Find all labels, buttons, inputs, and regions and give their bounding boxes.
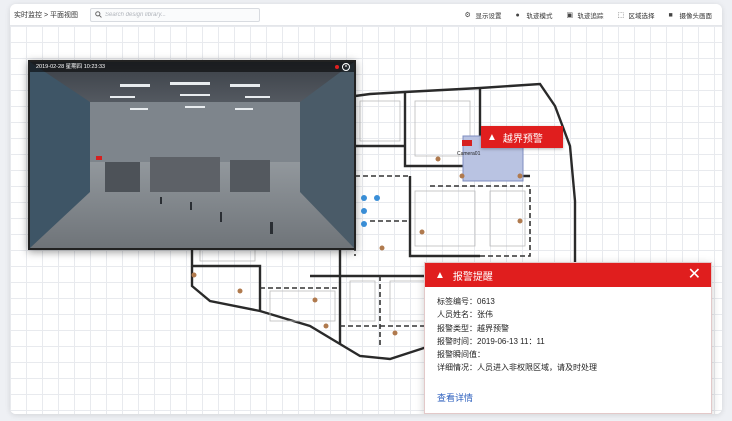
toolbar-actions: ⚙ 显示设置 ● 轨迹模式 ▣ 轨迹追踪 ⬚ 区域选择 ■ 摄像头画面 (451, 4, 713, 26)
top-toolbar: 实时监控 > 平面视图 ⚙ 显示设置 ● 轨迹模式 ▣ 轨迹追踪 ⬚ 区域选择 (10, 4, 722, 26)
camera-view-label: 摄像头画面 (679, 13, 713, 20)
warning-tag-label: 越界预警 (502, 133, 543, 145)
search-box[interactable] (90, 7, 260, 22)
detail-row: 报警类型：越界预警 (437, 323, 509, 333)
track-mode-button[interactable]: ● 轨迹模式 (515, 10, 553, 21)
close-icon[interactable]: × (342, 63, 350, 71)
display-settings-label: 显示设置 (475, 13, 502, 20)
trend-chart-icon: ▣ (566, 11, 574, 19)
search-input[interactable] (105, 11, 255, 18)
detail-row: 标签编号：0613 (437, 297, 495, 306)
area-select-icon: ⬚ (617, 11, 625, 19)
breadcrumb[interactable]: 实时监控 > 平面视图 (14, 10, 86, 20)
camera-icon: ■ (668, 11, 673, 19)
close-icon[interactable]: ✕ (688, 267, 701, 283)
area-select-button[interactable]: ⬚ 区域选择 (617, 10, 655, 21)
alarm-popup-header: ▲ 报警提醒 ✕ (425, 263, 711, 287)
app-window: 实时监控 > 平面视图 ⚙ 显示设置 ● 轨迹模式 ▣ 轨迹追踪 ⬚ 区域选择 (10, 4, 722, 414)
detail-row: 人员姓名：张伟 (437, 310, 493, 320)
track-trace-label: 轨迹追踪 (577, 13, 604, 20)
track-mode-label: 轨迹模式 (526, 13, 553, 20)
recording-indicator-icon (335, 65, 339, 69)
search-icon (95, 11, 102, 18)
camera-video-panel[interactable]: 2019-02-28 星期四 10:23:33 × (28, 60, 356, 250)
view-details-link[interactable]: 查看详情 (437, 391, 473, 404)
display-settings-button[interactable]: ⚙ 显示设置 (464, 10, 502, 21)
boundary-warning-tag[interactable]: ▲ 越界预警 (481, 126, 563, 148)
factory-video-frame (30, 62, 354, 248)
area-select-label: 区域选择 (628, 13, 655, 20)
map-canvas[interactable]: 2019-02-28 星期四 10:23:33 × ▲ 越界预警 Camera0… (10, 26, 722, 414)
detail-row: 报警瞬间值： (437, 350, 485, 360)
gear-icon: ⚙ (464, 11, 471, 19)
alarm-popup-title: 报警提醒 (452, 271, 493, 283)
camera-view-button[interactable]: ■ 摄像头画面 (668, 10, 713, 21)
detail-row: 详细情况：人员进入非权限区域，请及时处理 (437, 363, 597, 373)
warning-triangle-icon: ▲ (435, 269, 445, 281)
alarm-details: 标签编号：0613 人员姓名：张伟 报警类型：越界预警 报警时间：2019-06… (425, 287, 711, 383)
detail-row: 报警时间：2019-06-13 11：11 (437, 336, 545, 346)
camera-name-label: Camera01 (457, 151, 481, 157)
warning-triangle-icon: ▲ (487, 131, 497, 143)
location-pin-icon: ● (515, 11, 520, 19)
video-timestamp: 2019-02-28 星期四 10:23:33 (30, 62, 354, 72)
alarm-popup: ▲ 报警提醒 ✕ 标签编号：0613 人员姓名：张伟 报警类型：越界预警 报警时… (424, 262, 712, 414)
track-trace-button[interactable]: ▣ 轨迹追踪 (566, 10, 604, 21)
